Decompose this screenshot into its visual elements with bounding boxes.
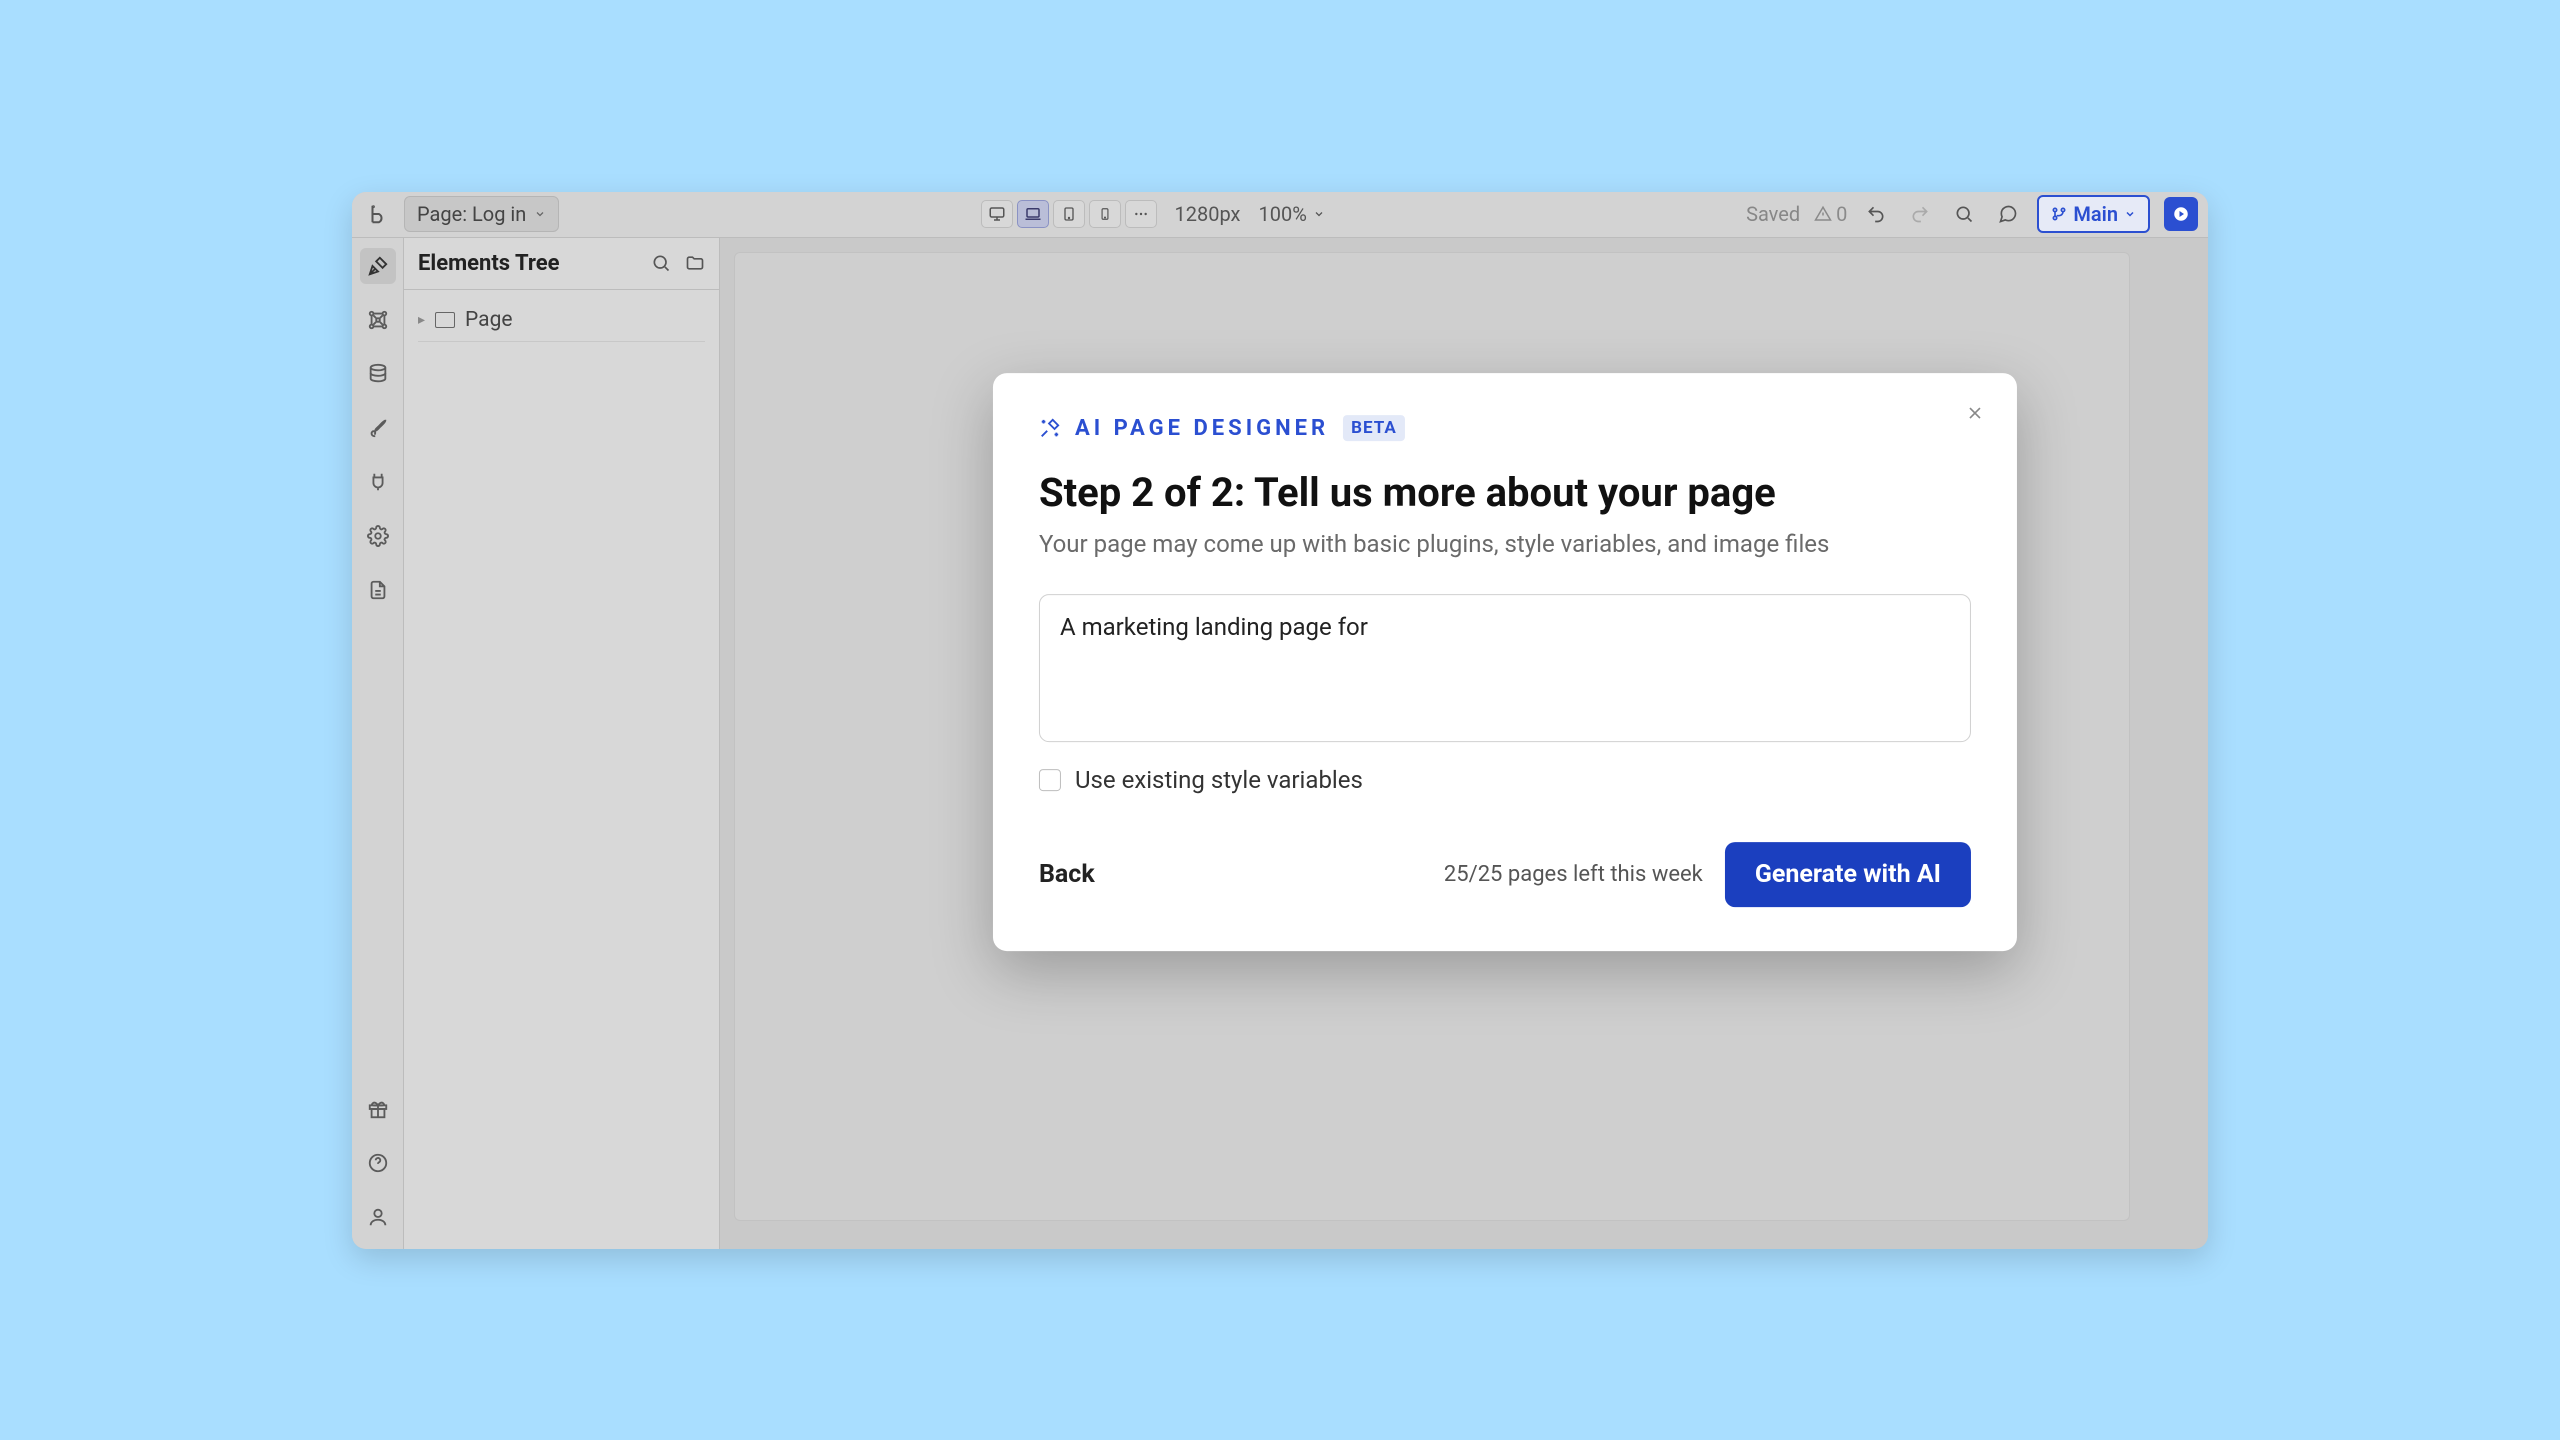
generate-button[interactable]: Generate with AI	[1725, 842, 1971, 907]
modal-subtitle: Your page may come up with basic plugins…	[1039, 530, 1971, 558]
comment-button[interactable]	[1993, 199, 2023, 229]
help-icon	[367, 1152, 389, 1174]
app-logo[interactable]	[362, 198, 394, 230]
page-description-input[interactable]	[1039, 594, 1971, 742]
chevron-down-icon	[1313, 208, 1325, 220]
design-icon	[367, 255, 389, 277]
beta-badge: BETA	[1343, 415, 1405, 441]
device-laptop-button[interactable]	[1017, 200, 1049, 228]
device-desktop-button[interactable]	[981, 200, 1013, 228]
topbar-right: Saved 0 Main	[1746, 195, 2198, 233]
tree-expand-icon[interactable]: ▸	[418, 312, 425, 328]
issues-count: 0	[1836, 202, 1847, 226]
quota-text: 25/25 pages left this week	[1444, 862, 1703, 887]
elements-tree-panel: Elements Tree ▸ Page	[404, 238, 720, 1249]
panel-search-button[interactable]	[651, 253, 671, 273]
rail-logs-tab[interactable]	[360, 572, 396, 608]
search-button[interactable]	[1949, 199, 1979, 229]
issues-indicator[interactable]: 0	[1814, 202, 1847, 226]
panel-collapse-button[interactable]	[685, 253, 705, 273]
panel-title: Elements Tree	[418, 251, 560, 276]
elements-tree: ▸ Page	[404, 290, 719, 352]
device-mobile-button[interactable]	[1089, 200, 1121, 228]
style-variables-option[interactable]: Use existing style variables	[1039, 766, 1971, 794]
rail-help-button[interactable]	[360, 1145, 396, 1181]
rail-plugins-tab[interactable]	[360, 464, 396, 500]
rail-design-tab[interactable]	[360, 248, 396, 284]
page-rect-icon	[435, 312, 455, 328]
checkbox-label: Use existing style variables	[1075, 766, 1363, 794]
canvas-width[interactable]: 1280px	[1167, 202, 1249, 226]
close-button[interactable]	[1965, 403, 1985, 423]
search-icon	[651, 253, 671, 273]
zoom-value: 100%	[1258, 202, 1306, 226]
topbar: Page: Log in	[352, 192, 2208, 238]
panel-header: Elements Tree	[404, 238, 719, 290]
left-rail	[352, 238, 404, 1249]
device-more-button[interactable]	[1125, 200, 1157, 228]
magic-icon	[1039, 417, 1061, 439]
back-button[interactable]: Back	[1039, 860, 1095, 889]
preview-button[interactable]	[2164, 197, 2198, 231]
topbar-center: 1280px 100%	[569, 200, 1736, 228]
page-selector-label: Page: Log in	[417, 202, 526, 226]
rail-gift-button[interactable]	[360, 1091, 396, 1127]
chevron-down-icon	[534, 208, 546, 220]
modal-footer: Back 25/25 pages left this week Generate…	[1039, 842, 1971, 907]
close-icon	[1965, 403, 1985, 423]
logs-icon	[367, 579, 389, 601]
rail-account-button[interactable]	[360, 1199, 396, 1235]
modal-brand: AI PAGE DESIGNER BETA	[1039, 415, 1971, 441]
rail-data-tab[interactable]	[360, 356, 396, 392]
modal-brand-label: AI PAGE DESIGNER	[1075, 416, 1329, 441]
ai-page-designer-modal: AI PAGE DESIGNER BETA Step 2 of 2: Tell …	[993, 373, 2017, 951]
brush-icon	[367, 417, 389, 439]
device-tablet-button[interactable]	[1053, 200, 1085, 228]
redo-button[interactable]	[1905, 199, 1935, 229]
canvas[interactable]: AI PAGE DESIGNER BETA Step 2 of 2: Tell …	[720, 238, 2208, 1249]
gear-icon	[367, 525, 389, 547]
play-icon	[2172, 205, 2190, 223]
chevron-down-icon	[2124, 208, 2136, 220]
modal-title: Step 2 of 2: Tell us more about your pag…	[1039, 469, 1971, 516]
app-window: Page: Log in	[352, 192, 2208, 1249]
tree-root-item[interactable]: ▸ Page	[418, 300, 705, 342]
app-body: Elements Tree ▸ Page	[352, 238, 2208, 1249]
plugin-icon	[367, 471, 389, 493]
branch-label: Main	[2073, 202, 2118, 226]
branch-icon	[2051, 206, 2067, 222]
checkbox-icon[interactable]	[1039, 769, 1061, 791]
tree-root-label: Page	[465, 308, 513, 332]
database-icon	[367, 363, 389, 385]
rail-workflow-tab[interactable]	[360, 302, 396, 338]
gift-icon	[367, 1098, 389, 1120]
device-buttons	[981, 200, 1157, 228]
zoom-control[interactable]: 100%	[1258, 202, 1324, 226]
save-status: Saved	[1746, 202, 1800, 226]
rail-styles-tab[interactable]	[360, 410, 396, 446]
warning-icon	[1814, 205, 1832, 223]
undo-button[interactable]	[1861, 199, 1891, 229]
user-icon	[367, 1206, 389, 1228]
page-selector[interactable]: Page: Log in	[404, 196, 559, 232]
workflow-icon	[367, 309, 389, 331]
branch-selector[interactable]: Main	[2037, 195, 2150, 233]
folder-icon	[685, 253, 705, 273]
rail-settings-tab[interactable]	[360, 518, 396, 554]
